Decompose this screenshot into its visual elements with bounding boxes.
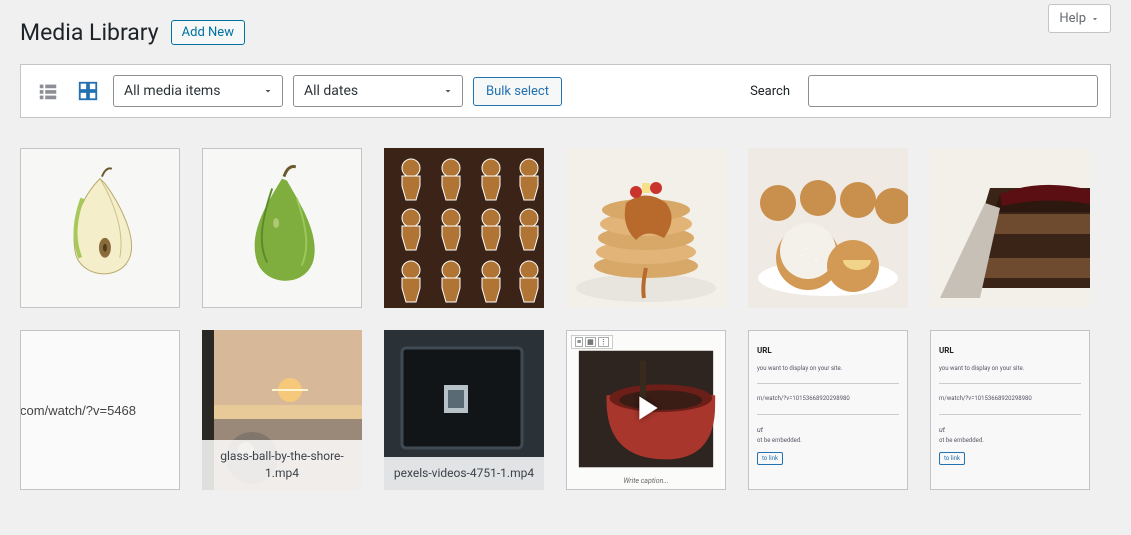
doc-desc: you want to display on your site. — [939, 364, 1081, 374]
doc-err: ot be embedded. — [757, 436, 899, 446]
media-caption: glass-ball-by-the-shore-1.mp4 — [202, 440, 362, 490]
doc-subhead: ut — [939, 425, 1081, 436]
media-item-pancakes[interactable] — [566, 148, 726, 308]
media-item-donuts[interactable] — [748, 148, 908, 308]
doc-desc: you want to display on your site. — [757, 364, 899, 374]
media-grid: ebook.com/watch/?v=5468 glass-ball-by-th… — [20, 148, 1111, 490]
doc-link-btn: to link — [757, 452, 783, 466]
media-item-gingerbread[interactable] — [384, 148, 544, 308]
doc-url: m/watch/?v=10153668920298980 — [939, 394, 1081, 404]
doc-title: URL — [939, 345, 1081, 358]
grid-view-button[interactable] — [73, 76, 103, 106]
media-item-facebook-url[interactable]: ebook.com/watch/?v=5468 — [20, 330, 180, 490]
media-caption: pexels-videos-4751-1.mp4 — [384, 457, 544, 490]
media-item-cake[interactable] — [930, 148, 1090, 308]
pancakes-image — [566, 148, 726, 308]
cake-image — [930, 148, 1090, 308]
media-toolbar: All media items All dates Bulk select Se… — [20, 64, 1111, 118]
media-item-coffee-pour[interactable]: ≡▦⋮ Write caption... — [566, 330, 726, 490]
list-view-button[interactable] — [33, 76, 63, 106]
media-item-url-embed-2[interactable]: URL you want to display on your site. m/… — [930, 330, 1090, 490]
play-icon — [626, 388, 666, 432]
media-item-glass-ball-shore[interactable]: glass-ball-by-the-shore-1.mp4 — [202, 330, 362, 490]
media-item-pear-whole[interactable] — [202, 148, 362, 308]
add-new-button[interactable]: Add New — [171, 20, 245, 45]
help-label: Help — [1059, 11, 1086, 26]
media-item-url-embed-1[interactable]: URL you want to display on your site. m/… — [748, 330, 908, 490]
chevron-down-icon — [1090, 14, 1100, 24]
doc-subhead: ut — [757, 425, 899, 436]
bulk-select-button[interactable]: Bulk select — [473, 77, 562, 106]
cropped-url-text: ebook.com/watch/?v=5468 — [20, 403, 136, 418]
donuts-image — [748, 148, 908, 308]
search-label: Search — [750, 84, 790, 99]
page-title: Media Library — [20, 10, 159, 50]
media-item-pear-half[interactable] — [20, 148, 180, 308]
grid-view-icon — [77, 80, 99, 102]
help-button[interactable]: Help — [1048, 4, 1111, 33]
search-input[interactable] — [808, 75, 1098, 107]
filter-media-select[interactable]: All media items — [113, 75, 283, 107]
doc-err: ot be embedded. — [939, 436, 1081, 446]
gingerbread-image — [384, 148, 544, 308]
pear-half-image — [21, 149, 179, 307]
doc-title: URL — [757, 345, 899, 358]
doc-link-btn: to link — [939, 452, 965, 466]
media-item-pexels-video[interactable]: pexels-videos-4751-1.mp4 — [384, 330, 544, 490]
caption-placeholder: Write caption... — [567, 477, 725, 485]
filter-dates-select[interactable]: All dates — [293, 75, 463, 107]
doc-url: m/watch/?v=10153668920298980 — [757, 394, 899, 404]
pear-whole-image — [203, 149, 361, 307]
list-view-icon — [37, 80, 59, 102]
